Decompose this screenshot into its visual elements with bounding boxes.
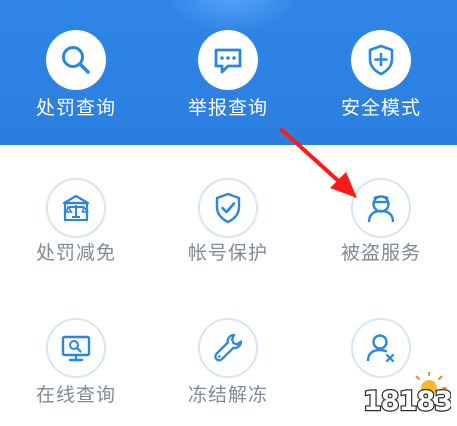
shield-check-icon xyxy=(198,178,258,238)
tile-account-cancel[interactable] xyxy=(305,0,457,378)
tile-label: 被盗服务 xyxy=(340,242,421,264)
tile-freeze-unfreeze[interactable]: 冻结解冻 xyxy=(152,0,304,406)
tile-label: 处罚减免 xyxy=(35,242,116,264)
wrench-icon xyxy=(198,318,258,378)
watermark-logo: 18183 xyxy=(359,371,454,418)
tile-label: 帐号保护 xyxy=(187,242,268,264)
tile-online-query[interactable]: 在线查询 xyxy=(0,0,152,406)
svg-text:18183: 18183 xyxy=(363,386,451,416)
security-center-screen: 处罚查询 举报查询 安全模式 处罚减免 帐号保护 被盗服务 在线查询 冻结解冻 … xyxy=(0,0,457,426)
tile-label: 在线查询 xyxy=(35,384,116,406)
tile-label: 冻结解冻 xyxy=(187,384,268,406)
user-cancel-icon xyxy=(351,318,411,378)
justice-scale-icon xyxy=(46,178,106,238)
monitor-search-icon xyxy=(46,318,106,378)
thief-avatar-icon xyxy=(351,178,411,238)
